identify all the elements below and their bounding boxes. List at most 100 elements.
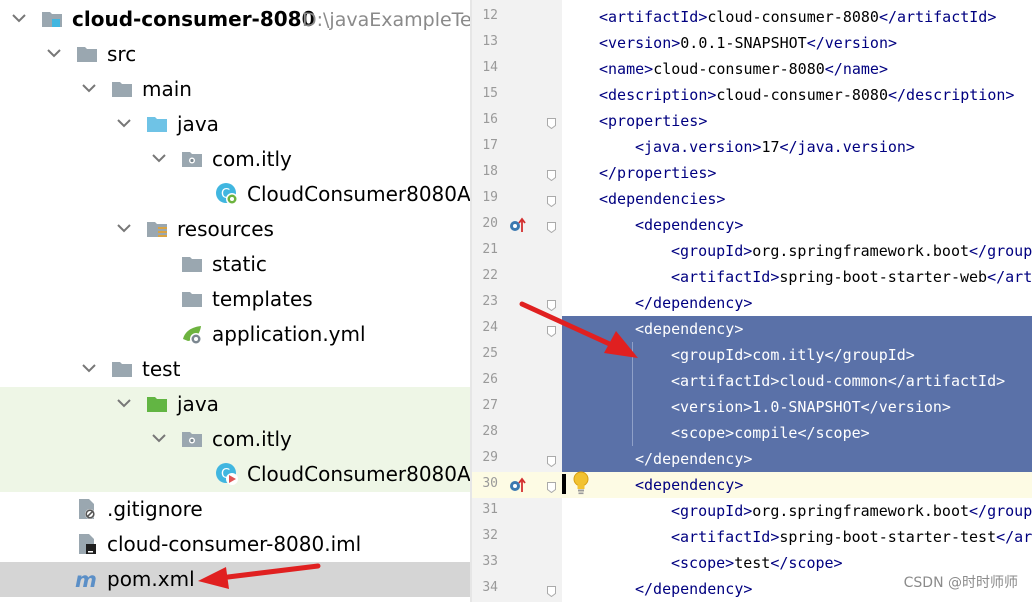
code-line[interactable]: <dependency> — [562, 316, 1032, 342]
tree-item[interactable]: C CloudConsumer8080Ap — [0, 457, 470, 492]
gutter-line[interactable]: 32 — [472, 524, 562, 550]
tree-item[interactable]: cloud-consumer-8080.iml — [0, 527, 470, 562]
fold-marker-icon[interactable] — [547, 478, 556, 494]
line-number: 15 — [482, 86, 498, 101]
tree-item-label: application.yml — [212, 322, 366, 346]
module-path: D:\javaExampleTe — [302, 9, 470, 31]
fold-marker-icon[interactable] — [547, 582, 556, 598]
chevron-down-icon[interactable] — [10, 9, 28, 27]
gutter-line[interactable]: 20 — [472, 212, 562, 238]
gutter-line[interactable]: 19 — [472, 186, 562, 212]
gutter-line[interactable]: 26 — [472, 368, 562, 394]
chevron-down-icon[interactable] — [80, 359, 98, 377]
gutter-line[interactable]: 25 — [472, 342, 562, 368]
xml-text: org.springframework.boot — [752, 502, 970, 520]
tree-item[interactable]: test — [0, 352, 470, 387]
code-line[interactable]: <dependencies> — [562, 186, 1032, 212]
code-line[interactable]: </dependency> — [562, 290, 1032, 316]
code-line[interactable]: <description>cloud-consumer-8080</descri… — [562, 82, 1032, 108]
tree-item[interactable]: java — [0, 107, 470, 142]
gutter-line[interactable]: 30 — [472, 472, 562, 498]
code-line[interactable]: </dependency> — [562, 446, 1032, 472]
fold-marker-icon[interactable] — [547, 322, 556, 338]
maven-dependency-icon[interactable] — [509, 476, 527, 494]
tree-item[interactable]: com.itly — [0, 142, 470, 177]
line-number: 14 — [482, 60, 498, 75]
tree-item[interactable]: templates — [0, 282, 470, 317]
chevron-down-icon[interactable] — [115, 394, 133, 412]
gutter-line[interactable]: 17 — [472, 134, 562, 160]
source-folder-icon — [145, 112, 169, 136]
xml-close-tag: </description> — [888, 86, 1015, 104]
svg-text:m: m — [75, 568, 97, 591]
chevron-down-icon[interactable] — [45, 44, 63, 62]
gutter-line[interactable]: 14 — [472, 56, 562, 82]
chevron-down-icon[interactable] — [150, 149, 168, 167]
xml-open-tag: <dependency> — [635, 320, 744, 338]
gutter-line[interactable]: 15 — [472, 82, 562, 108]
chevron-down-icon[interactable] — [115, 219, 133, 237]
resources-folder-icon — [145, 217, 169, 241]
gutter-line[interactable]: 16 — [472, 108, 562, 134]
tree-item[interactable]: main — [0, 72, 470, 107]
code-line[interactable]: <name>cloud-consumer-8080</name> — [562, 56, 1032, 82]
tree-item[interactable]: m pom.xml — [0, 562, 470, 597]
gutter-line[interactable]: 31 — [472, 498, 562, 524]
tree-item[interactable]: .gitignore — [0, 492, 470, 527]
line-number: 25 — [482, 346, 498, 361]
xml-text: com.itly — [752, 346, 825, 364]
gutter-line[interactable]: 12 — [472, 4, 562, 30]
tree-item[interactable]: java — [0, 387, 470, 422]
gutter-line[interactable]: 18 — [472, 160, 562, 186]
maven-dependency-icon[interactable] — [509, 216, 527, 234]
xml-close-tag: </arti — [987, 268, 1032, 286]
gutter-line[interactable]: 29 — [472, 446, 562, 472]
fold-marker-icon[interactable] — [547, 296, 556, 312]
tree-item[interactable]: static — [0, 247, 470, 282]
tree-item-label: com.itly — [212, 427, 292, 451]
gutter-line[interactable]: 27 — [472, 394, 562, 420]
fold-marker-icon[interactable] — [547, 192, 556, 208]
line-number: 34 — [482, 580, 498, 595]
code-line[interactable]: <java.version>17</java.version> — [562, 134, 1032, 160]
chevron-down-icon[interactable] — [115, 114, 133, 132]
gutter-line[interactable]: 24 — [472, 316, 562, 342]
intention-bulb-icon[interactable] — [571, 470, 591, 496]
gutter-line[interactable]: 33 — [472, 550, 562, 576]
line-number: 24 — [482, 320, 498, 335]
fold-marker-icon[interactable] — [547, 452, 556, 468]
ignored-file-icon — [75, 497, 99, 521]
code-line[interactable]: <groupId>org.springframework.boot</group… — [562, 498, 1032, 524]
gutter-line[interactable]: 21 — [472, 238, 562, 264]
gutter-line[interactable]: 23 — [472, 290, 562, 316]
tree-item[interactable]: resources — [0, 212, 470, 247]
tree-item[interactable]: cloud-consumer-8080 D:\javaExampleTe — [0, 2, 470, 37]
code-line[interactable]: <version>0.0.1-SNAPSHOT</version> — [562, 30, 1032, 56]
gutter-line[interactable]: 34 — [472, 576, 562, 602]
xml-open-tag: <dependencies> — [599, 190, 726, 208]
code-line[interactable]: <artifactId>cloud-consumer-8080</artifac… — [562, 4, 1032, 30]
code-line[interactable]: <groupId>org.springframework.boot</group… — [562, 238, 1032, 264]
code-line[interactable]: <dependency> — [562, 212, 1032, 238]
chevron-down-icon[interactable] — [150, 429, 168, 447]
code-line[interactable]: <artifactId>spring-boot-starter-test</ar… — [562, 524, 1032, 550]
gutter-line[interactable]: 22 — [472, 264, 562, 290]
tree-item[interactable]: C CloudConsumer8080Ap — [0, 177, 470, 212]
code-line[interactable]: <properties> — [562, 108, 1032, 134]
tree-item[interactable]: application.yml — [0, 317, 470, 352]
code-line[interactable]: </properties> — [562, 160, 1032, 186]
tree-item[interactable]: com.itly — [0, 422, 470, 457]
code-line[interactable]: <artifactId>spring-boot-starter-web</art… — [562, 264, 1032, 290]
gutter-line[interactable]: 28 — [472, 420, 562, 446]
tree-item[interactable]: src — [0, 37, 470, 72]
xml-open-tag: <groupId> — [671, 346, 753, 364]
chevron-down-icon[interactable] — [80, 79, 98, 97]
fold-marker-icon[interactable] — [547, 114, 556, 130]
tree-item-label: CloudConsumer8080Ap — [247, 182, 470, 206]
fold-marker-icon[interactable] — [547, 166, 556, 182]
fold-marker-icon[interactable] — [547, 218, 556, 234]
code-line[interactable]: <dependency> — [562, 472, 1032, 498]
gutter-line[interactable]: 13 — [472, 30, 562, 56]
xml-open-tag: <dependency> — [635, 216, 744, 234]
module-folder-icon — [40, 7, 64, 31]
